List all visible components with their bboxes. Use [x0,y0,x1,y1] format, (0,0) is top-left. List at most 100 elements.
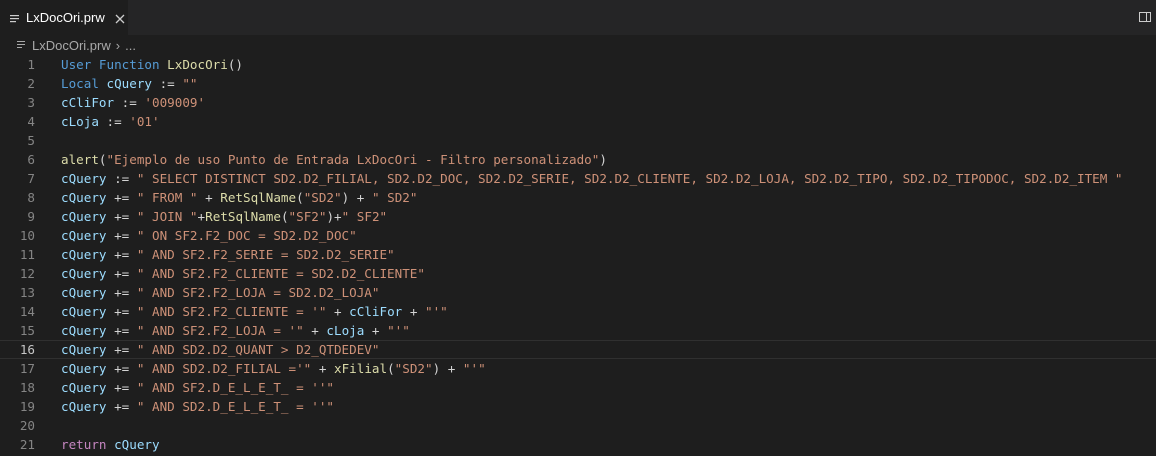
code-token: " AND SF2.D_E_L_E_T_ = ''" [136,380,334,395]
code-line[interactable]: 20 [0,416,1156,435]
code-token: cCliFor [61,95,115,110]
code-token: "" [182,76,198,91]
code-token: alert [61,152,99,167]
code-token: )+ [326,209,342,224]
code-text: cQuery += " AND SD2.D2_QUANT > D2_QTDEDE… [61,341,379,358]
code-token: cQuery [61,361,107,376]
code-text: Local cQuery := "" [61,74,198,93]
code-text: cQuery += " JOIN "+RetSqlName("SF2")+" S… [61,207,387,226]
code-text: cQuery += " AND SF2.F2_CLIENTE = SD2.D2_… [61,264,425,283]
code-line[interactable]: 7 cQuery := " SELECT DISTINCT SD2.D2_FILI… [0,169,1156,188]
code-token: += [106,361,137,376]
code-token: "SF2" [288,209,327,224]
code-text: cCliFor := '009009' [61,93,205,112]
toggle-panel-icon[interactable] [1138,9,1152,23]
code-token: cLoja [61,114,99,129]
code-token: "SD2" [394,361,433,376]
code-token: := [152,76,183,91]
code-token: ( [296,190,304,205]
code-line[interactable]: 21 return cQuery [0,435,1156,454]
code-line[interactable]: 1 User Function LxDocOri() [0,55,1156,74]
code-line[interactable]: 6 alert("Ejemplo de uso Punto de Entrada … [0,150,1156,169]
code-token: := [98,114,130,129]
code-token: '009009' [144,95,206,110]
code-line[interactable]: 2 Local cQuery := "" [0,74,1156,93]
code-line[interactable]: 13 cQuery += " AND SF2.F2_LOJA = SD2.D2_L… [0,283,1156,302]
code-line[interactable]: 8 cQuery += " FROM " + RetSqlName("SD2") … [0,188,1156,207]
line-number: 2 [27,76,35,91]
code-token: += [106,342,137,357]
code-line[interactable]: 4 cLoja := '01' [0,112,1156,131]
code-line[interactable]: 17 cQuery += " AND SD2.D2_FILIAL ='" + xF… [0,359,1156,378]
code-token: ) + [341,190,372,205]
code-editor[interactable]: 1 User Function LxDocOri() 2 Local cQuery :… [0,55,1156,456]
code-token: += [106,209,137,224]
code-token: cQuery [61,228,107,243]
code-token: cCliFor [349,304,403,319]
code-token: "SD2" [303,190,342,205]
line-number: 17 [19,361,35,376]
line-number: 4 [27,114,35,129]
line-number: 19 [19,399,35,414]
code-line[interactable]: 11 cQuery += " AND SF2.F2_SERIE = SD2.D2_… [0,245,1156,264]
code-line[interactable]: 15 cQuery += " AND SF2.F2_LOJA = '" + cLo… [0,321,1156,340]
code-token: RetSqlName [205,209,281,224]
code-token: + [197,190,221,205]
line-number: 6 [27,152,35,167]
breadcrumb-file[interactable]: LxDocOri.prw [32,38,111,53]
code-token: " AND SD2.D2_QUANT > D2_QTDEDEV" [136,342,380,357]
line-number: 20 [19,418,35,433]
tab-label: LxDocOri.prw [26,10,105,25]
file-lines-icon [16,39,28,51]
code-line[interactable]: 10 cQuery += " ON SF2.F2_DOC = SD2.D2_DOC… [0,226,1156,245]
line-number: 10 [19,228,35,243]
close-icon[interactable] [113,11,127,25]
line-number: 1 [27,57,35,72]
line-number: 7 [27,171,35,186]
code-line[interactable]: 5 [0,131,1156,150]
code-line[interactable]: 19 cQuery += " AND SD2.D_E_L_E_T_ = ''" [0,397,1156,416]
code-line[interactable]: 9 cQuery += " JOIN "+RetSqlName("SF2")+" … [0,207,1156,226]
breadcrumb-more[interactable]: ... [125,38,136,53]
code-token: ) + [432,361,463,376]
code-token: cQuery [61,190,107,205]
code-token: "'" [424,304,448,319]
code-token: User Function [61,57,168,72]
code-line[interactable]: 3 cCliFor := '009009' [0,93,1156,112]
code-text: cQuery += " AND SF2.D_E_L_E_T_ = ''" [61,378,334,397]
code-line[interactable]: 16 cQuery += " AND SD2.D2_QUANT > D2_QTDE… [0,340,1156,359]
line-number: 12 [19,266,35,281]
code-token: + [326,304,350,319]
code-token: cQuery [61,380,107,395]
line-number: 3 [27,95,35,110]
code-token: cLoja [326,323,365,338]
code-token: cQuery [61,285,107,300]
code-token: cQuery [61,399,107,414]
code-text: User Function LxDocOri() [61,55,243,74]
code-text: cQuery += " ON SF2.F2_DOC = SD2.D2_DOC" [61,226,357,245]
code-line[interactable]: 18 cQuery += " AND SF2.D_E_L_E_T_ = ''" [0,378,1156,397]
code-text: cQuery += " FROM " + RetSqlName("SD2") +… [61,188,417,207]
code-text: cQuery += " AND SF2.F2_LOJA = SD2.D2_LOJ… [61,283,379,302]
code-line[interactable]: 12 cQuery += " AND SF2.F2_CLIENTE = SD2.D… [0,264,1156,283]
code-token: " JOIN " [136,209,198,224]
code-token: ) [599,152,607,167]
code-token: " AND SD2.D_E_L_E_T_ = ''" [136,399,334,414]
line-number: 15 [19,323,35,338]
code-token: "'" [387,323,410,338]
code-token: cQuery [61,209,107,224]
code-token: ( [98,152,107,167]
code-token: += [106,380,137,395]
code-token: " AND SF2.F2_SERIE = SD2.D2_SERIE" [136,247,395,262]
code-token: " AND SF2.F2_CLIENTE = SD2.D2_CLIENTE" [136,266,425,281]
code-token: + [402,304,425,319]
code-token: xFilial [333,361,388,376]
code-token: := [106,171,137,186]
tab-lxdocori[interactable]: LxDocOri.prw [0,0,128,35]
code-token: " SF2" [341,209,388,224]
tab-bar: LxDocOri.prw [0,0,1156,35]
code-line[interactable]: 14 cQuery += " AND SF2.F2_CLIENTE = '" + … [0,302,1156,321]
code-token: += [106,247,137,262]
code-text: cQuery := " SELECT DISTINCT SD2.D2_FILIA… [61,169,1123,188]
code-token: + [311,361,334,376]
